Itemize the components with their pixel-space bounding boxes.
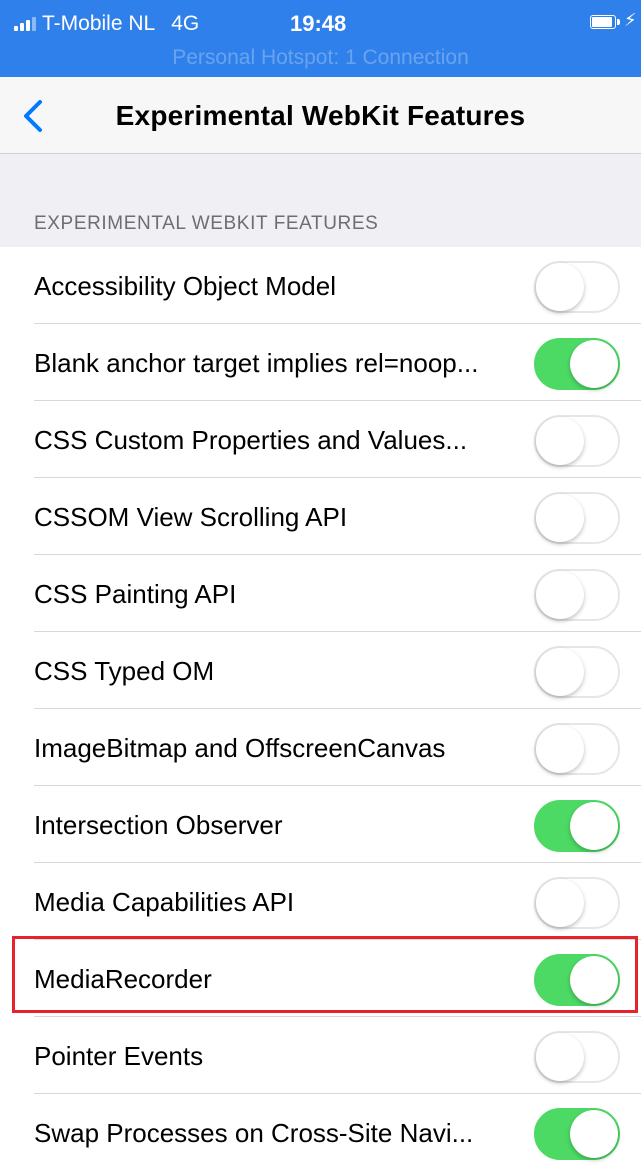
toggle-knob <box>536 571 584 619</box>
network-type: 4G <box>171 12 200 35</box>
setting-label: Pointer Events <box>34 1041 204 1071</box>
feature-list: Accessibility Object Model Blank anchor t… <box>0 247 641 1171</box>
hotspot-status[interactable]: Personal Hotspot: 1 Connection <box>0 46 641 70</box>
setting-label: CSSOM View Scrolling API <box>34 502 348 532</box>
toggle-switch[interactable] <box>534 877 620 929</box>
toggle-knob <box>570 956 618 1004</box>
clock: 19:48 <box>290 11 347 36</box>
setting-row: CSS Custom Properties and Values... <box>0 401 641 478</box>
navigation-bar: Experimental WebKit Features <box>0 77 641 154</box>
setting-row: Blank anchor target implies rel=noop... <box>0 324 641 401</box>
status-bar: T-Mobile NL 4G 19:48 Personal Hotspot: 1… <box>0 0 641 77</box>
toggle-switch[interactable] <box>534 1031 620 1083</box>
setting-label: CSS Typed OM <box>34 656 215 686</box>
setting-label: Swap Processes on Cross-Site Navi... <box>34 1118 474 1148</box>
toggle-switch[interactable] <box>534 415 620 467</box>
setting-label: Media Capabilities API <box>34 887 295 917</box>
toggle-knob <box>570 802 618 850</box>
signal-icon <box>14 17 36 31</box>
setting-row: Media Capabilities API <box>0 863 641 940</box>
setting-label: CSS Custom Properties and Values... <box>34 425 468 455</box>
toggle-switch[interactable] <box>534 646 620 698</box>
carrier-info: T-Mobile NL 4G <box>14 12 199 36</box>
setting-row: CSS Painting API <box>0 555 641 632</box>
toggle-switch[interactable] <box>534 800 620 852</box>
setting-label: CSS Painting API <box>34 579 237 609</box>
toggle-knob <box>536 417 584 465</box>
page-title: Experimental WebKit Features <box>115 100 526 131</box>
toggle-knob <box>570 340 618 388</box>
toggle-knob <box>536 494 584 542</box>
setting-label: Blank anchor target implies rel=noop... <box>34 348 479 378</box>
toggle-switch[interactable] <box>534 569 620 621</box>
setting-row: Intersection Observer <box>0 786 641 863</box>
setting-label: Accessibility Object Model <box>34 271 336 301</box>
setting-row: ImageBitmap and OffscreenCanvas <box>0 709 641 786</box>
setting-label: MediaRecorder <box>34 964 212 994</box>
toggle-knob <box>536 1033 584 1081</box>
battery-icon <box>590 15 620 30</box>
setting-row: Pointer Events <box>0 1017 641 1094</box>
setting-row: MediaRecorder <box>0 940 641 1017</box>
toggle-knob <box>536 648 584 696</box>
toggle-knob <box>536 263 584 311</box>
toggle-knob <box>536 725 584 773</box>
toggle-knob <box>570 1110 618 1158</box>
setting-label: Intersection Observer <box>34 810 283 840</box>
toggle-switch[interactable] <box>534 1108 620 1160</box>
setting-row: CSSOM View Scrolling API <box>0 478 641 555</box>
toggle-switch[interactable] <box>534 723 620 775</box>
toggle-switch[interactable] <box>534 954 620 1006</box>
setting-row: Accessibility Object Model <box>0 247 641 324</box>
bolt-icon: ⚡ <box>624 10 637 30</box>
carrier-name: T-Mobile NL <box>42 12 156 35</box>
toggle-switch[interactable] <box>534 261 620 313</box>
section-header: EXPERIMENTAL WEBKIT FEATURES <box>34 213 379 234</box>
setting-row: CSS Typed OM <box>0 632 641 709</box>
setting-label: ImageBitmap and OffscreenCanvas <box>34 733 446 763</box>
toggle-knob <box>536 879 584 927</box>
toggle-switch[interactable] <box>534 338 620 390</box>
toggle-switch[interactable] <box>534 492 620 544</box>
setting-row: Swap Processes on Cross-Site Navi... <box>0 1094 641 1171</box>
